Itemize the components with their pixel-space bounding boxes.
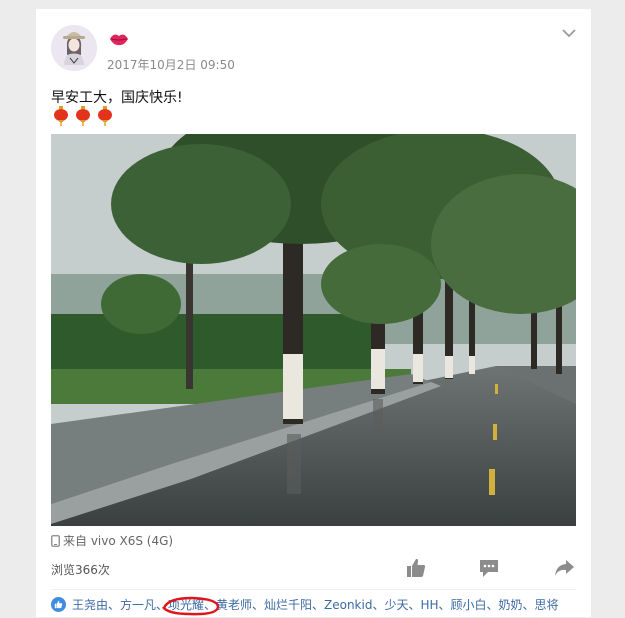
comment-icon[interactable] [478, 557, 500, 579]
feed-post-card: 2017年10月2日 09:50 早安工大，国庆快乐! 来自 vivo X6S … [36, 9, 591, 617]
liker-names[interactable]: 王尧由、方一凡、项光耀、黄老师、灿烂千阳、Zeonkid、少天、HH、顾小白、奶… [72, 596, 559, 613]
thumbs-up-icon[interactable] [405, 557, 427, 579]
like-badge-icon [51, 596, 66, 612]
post-text: 早安工大，国庆快乐! [51, 90, 183, 106]
lantern-icon [98, 106, 112, 126]
chevron-down-icon[interactable] [561, 27, 577, 39]
likes-bar: 王尧由、方一凡、项光耀、黄老师、灿烂千阳、Zeonkid、少天、HH、顾小白、奶… [51, 589, 576, 618]
share-icon[interactable] [553, 557, 575, 579]
device-label: 来自 vivo X6S (4G) [63, 534, 174, 548]
device-info: 来自 vivo X6S (4G) [51, 532, 173, 549]
post-timestamp: 2017年10月2日 09:50 [107, 58, 235, 72]
lantern-emojis [54, 106, 112, 126]
kiss-lips-icon [110, 34, 128, 46]
lantern-icon [76, 106, 90, 126]
view-count: 浏览366次 [51, 563, 110, 577]
post-photo[interactable] [51, 134, 576, 526]
lantern-icon [54, 106, 68, 126]
phone-icon [51, 534, 60, 547]
avatar[interactable] [51, 25, 97, 71]
